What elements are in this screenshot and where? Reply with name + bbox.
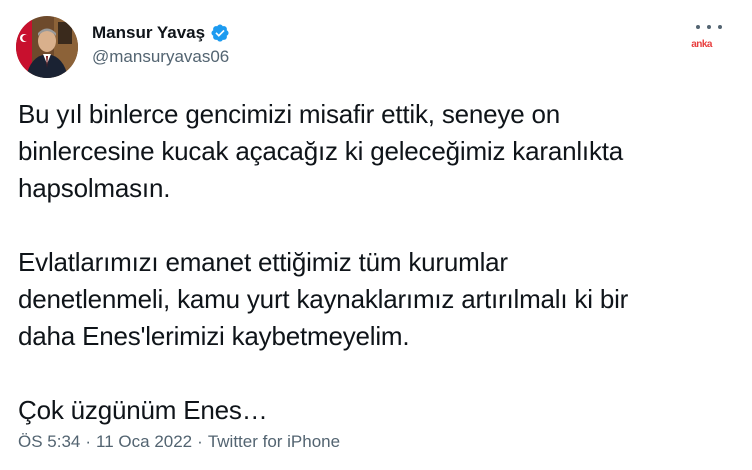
tweet-time[interactable]: ÖS 5:34	[18, 432, 80, 452]
tweet-meta: ÖS 5:34 · 11 Oca 2022 · Twitter for iPho…	[18, 432, 340, 452]
meta-separator: ·	[85, 432, 92, 451]
more-options-icon[interactable]	[696, 20, 722, 34]
handle[interactable]: @mansuryavas06	[92, 47, 230, 67]
dot	[718, 25, 722, 29]
verified-badge-icon	[210, 23, 230, 43]
display-name[interactable]: Mansur Yavaş	[92, 23, 205, 43]
tweet-date[interactable]: 11 Oca 2022	[96, 432, 192, 452]
watermark-logo: anka	[691, 39, 712, 50]
author-block: Mansur Yavaş @mansuryavas06	[92, 22, 230, 67]
tweet-card: Mansur Yavaş @mansuryavas06 anka Bu yıl …	[0, 0, 752, 470]
avatar[interactable]	[16, 16, 78, 78]
meta-separator: ·	[197, 432, 203, 451]
tweet-text: Bu yıl binlerce gencimizi misafir ettik,…	[18, 99, 629, 425]
profile-photo	[16, 16, 78, 78]
name-row: Mansur Yavaş	[92, 22, 230, 44]
dot	[696, 25, 700, 29]
tweet-source[interactable]: Twitter for iPhone	[208, 432, 340, 452]
dot	[707, 25, 711, 29]
